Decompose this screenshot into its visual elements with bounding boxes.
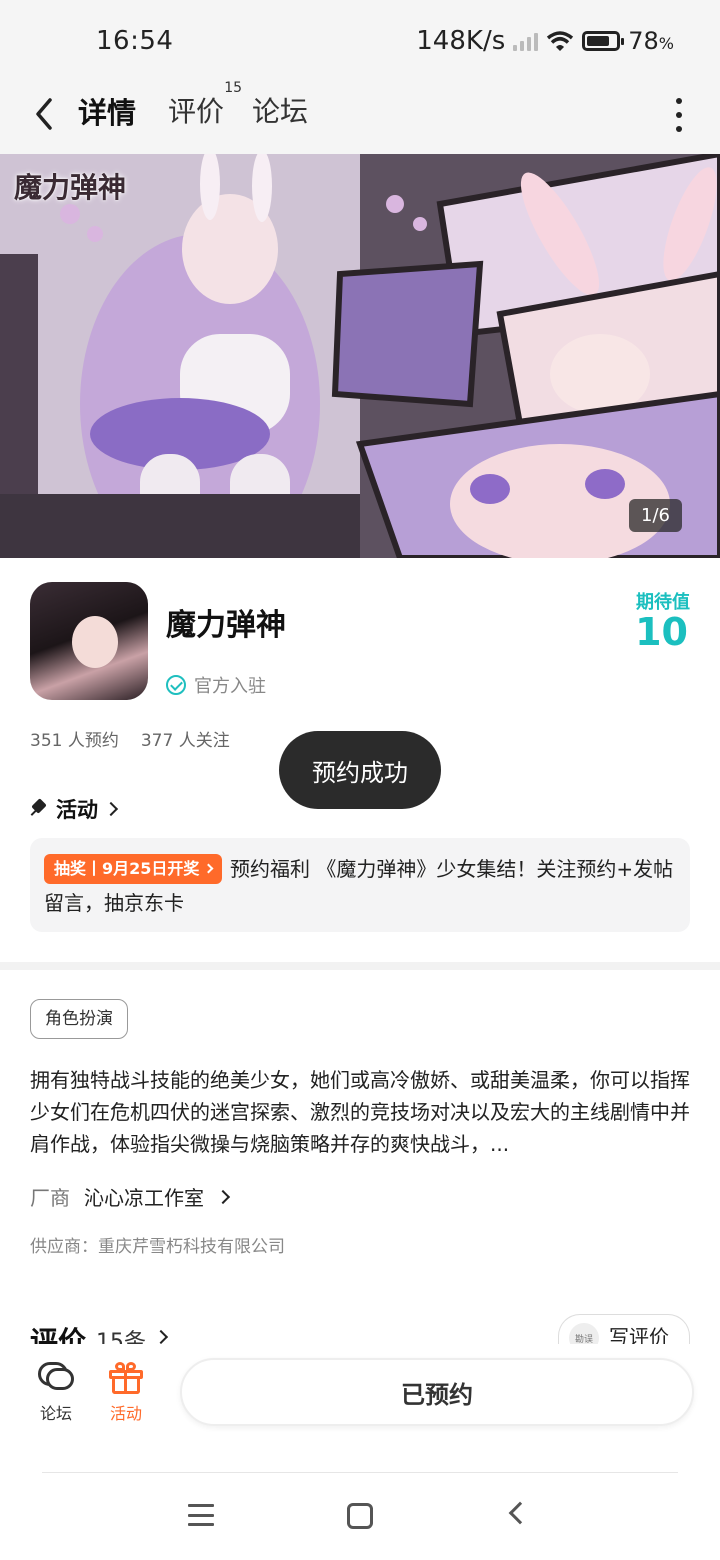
user-avatar: 勘误 <box>569 1323 599 1344</box>
event-button[interactable]: 活动 <box>98 1362 154 1424</box>
status-time: 16:54 <box>96 26 174 56</box>
signal-icon <box>513 31 539 51</box>
app-title: 魔力弹神 <box>166 608 286 643</box>
follower-count: 377 人关注 <box>140 731 230 751</box>
chevron-right-icon <box>215 1189 231 1204</box>
official-badge: 官方入驻 <box>166 672 266 698</box>
toast-message: 预约成功 <box>279 731 441 809</box>
more-vertical-icon[interactable] <box>674 98 684 132</box>
app-icon <box>30 582 148 700</box>
expect-value: 10 <box>635 610 688 654</box>
supplier-info: 供应商：重庆芹雪朽科技有限公司 <box>30 1237 285 1257</box>
chat-bubbles-icon <box>38 1362 74 1394</box>
gift-icon <box>109 1362 143 1394</box>
banner-artwork <box>0 154 720 558</box>
forum-button[interactable]: 论坛 <box>28 1362 84 1424</box>
vendor-row[interactable]: 厂商 沁心凉工作室 <box>30 1182 231 1211</box>
activity-card[interactable]: 抽奖丨9月25日开奖 预约福利 《魔力弹神》少女集结！关注预约+发帖留言，抽京东… <box>30 838 690 932</box>
system-nav-bar <box>0 1470 720 1560</box>
battery-fill <box>587 36 610 46</box>
banner-game-logo: 魔力弹神 <box>14 171 127 204</box>
tab-review[interactable]: 评价 15 <box>168 80 242 130</box>
lottery-tag: 抽奖丨9月25日开奖 <box>44 854 222 884</box>
bottom-action-bar: 论坛 活动 已预约 <box>0 1344 720 1470</box>
back-icon[interactable] <box>30 94 60 134</box>
pin-icon <box>30 800 48 818</box>
nav-divider <box>42 1472 678 1473</box>
battery-percent: 78% <box>628 27 674 55</box>
activity-header[interactable]: 活动 <box>30 794 119 824</box>
screenshot-carousel[interactable]: 魔力弹神 1/6 <box>0 154 720 558</box>
tab-forum[interactable]: 论坛 <box>252 90 308 130</box>
tab-active-indicator <box>76 130 138 140</box>
reserved-button[interactable]: 已预约 <box>180 1358 694 1426</box>
app-stats: 351 人预约 377 人关注 <box>30 726 230 751</box>
reviews-count: 15条 <box>96 1330 147 1344</box>
genre-tag[interactable]: 角色扮演 <box>30 999 128 1039</box>
chevron-right-icon <box>203 863 214 874</box>
top-nav: 详情 评价 15 论坛 <box>0 80 720 154</box>
game-description[interactable]: 拥有独特战斗技能的绝美少女，她们或高冷傲娇、或甜美温柔，你可以指挥少女们在危机四… <box>30 1064 692 1160</box>
carousel-counter: 1/6 <box>629 499 682 532</box>
status-indicators: 148K/s 78% <box>416 26 674 56</box>
vendor-label: 厂商 <box>30 1186 70 1210</box>
check-circle-icon <box>166 675 186 695</box>
section-divider <box>0 962 720 970</box>
review-count-badge: 15 <box>224 80 243 96</box>
reviews-title: 评价 <box>30 1325 87 1344</box>
reservation-count: 351 人预约 <box>30 731 119 751</box>
home-icon[interactable] <box>347 1503 373 1529</box>
menu-icon[interactable] <box>188 1504 214 1526</box>
battery-icon <box>582 31 625 51</box>
vendor-name: 沁心凉工作室 <box>84 1186 204 1210</box>
status-bar: 16:54 148K/s 78% <box>0 0 720 80</box>
system-back-icon[interactable] <box>508 1501 532 1525</box>
chevron-right-icon <box>103 801 119 817</box>
net-speed: 148K/s <box>416 26 506 56</box>
wifi-icon <box>547 31 574 51</box>
write-review-button[interactable]: 勘误 写评价 <box>558 1314 690 1344</box>
chevron-right-icon <box>153 1329 169 1344</box>
tab-detail[interactable]: 详情 <box>76 90 138 140</box>
